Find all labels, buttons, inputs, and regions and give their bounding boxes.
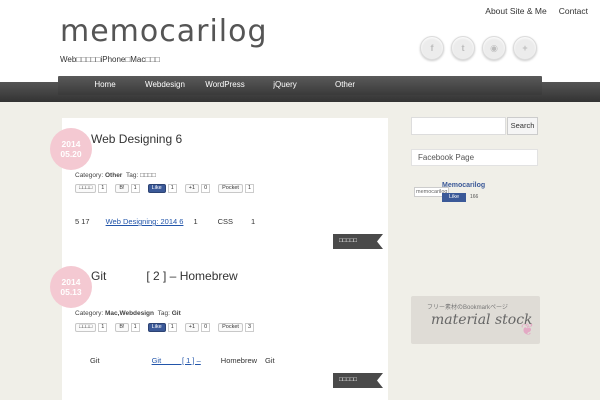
hatena-count: 1: [130, 323, 140, 332]
hatena-count: 1: [130, 184, 140, 193]
gplus-button[interactable]: +1: [184, 184, 200, 193]
post-meta: Category: Mac,Webdesign Tag: Git: [75, 310, 181, 317]
top-links: About Site & Me Contact: [485, 6, 588, 16]
gplus-button[interactable]: +1: [184, 323, 200, 332]
twitter-icon[interactable]: t: [451, 36, 475, 60]
banner-subtitle: フリー素材のBookmarkページ: [427, 305, 508, 311]
fb-like-count: 1: [167, 184, 177, 193]
read-more-button[interactable]: □□□□□: [333, 234, 383, 249]
post-date-badge: 2014 05.13: [50, 266, 92, 308]
site-logo[interactable]: memocarilog: [60, 14, 268, 49]
nav-items: Home Webdesign WordPress jQuery Other: [75, 80, 375, 89]
nav-item-webdesign[interactable]: Webdesign: [135, 80, 195, 89]
fb-page-like-count: 166: [470, 194, 479, 200]
gplus-count: 0: [201, 323, 211, 332]
nav-item-other[interactable]: Other: [315, 80, 375, 89]
post-date-badge: 2014 05.20: [50, 128, 92, 170]
pocket-button[interactable]: Pocket: [218, 323, 243, 332]
post-date-day: 05.20: [60, 149, 82, 159]
search-button[interactable]: Search: [507, 117, 538, 135]
post-excerpt-link[interactable]: Web Designing: 2014 6: [106, 217, 184, 226]
fb-page-name[interactable]: Memocarilog: [442, 182, 485, 189]
fb-like-button[interactable]: Like: [147, 184, 166, 193]
banner-title: material stock: [431, 312, 533, 328]
post-excerpt-link[interactable]: Git [ 1 ] –: [152, 356, 201, 365]
post-title[interactable]: Web Designing 6: [91, 132, 182, 146]
post-category[interactable]: Mac,Webdesign: [105, 310, 154, 317]
post-tag[interactable]: Git: [172, 310, 181, 317]
site-header: memocarilog Web□□□□□iPhone□Mac□□□ About …: [0, 0, 600, 82]
facebook-page-widget-title: Facebook Page: [411, 149, 538, 166]
post-excerpt: 5 17 Web Designing: 2014 6 1 CSS 1: [75, 217, 256, 226]
tweet-button[interactable]: □□□□: [75, 184, 97, 193]
hatena-button[interactable]: B!: [115, 184, 129, 193]
nav-item-wordpress[interactable]: WordPress: [195, 80, 255, 89]
pocket-button[interactable]: Pocket: [218, 184, 243, 193]
material-stock-banner[interactable]: フリー素材のBookmarkページ material stock ❦: [411, 296, 540, 344]
contact-link[interactable]: Contact: [559, 6, 588, 16]
fb-like-count: 1: [167, 323, 177, 332]
tweet-count: 1: [98, 184, 108, 193]
read-more-button[interactable]: □□□□□: [333, 373, 383, 388]
facebook-icon[interactable]: f: [420, 36, 444, 60]
butterfly-icon: ❦: [520, 322, 534, 339]
post-category[interactable]: Other: [105, 172, 122, 179]
post-date-day: 05.13: [60, 287, 82, 297]
post-excerpt: Git Git [ 1 ] – Homebrew Git: [90, 356, 275, 365]
hatena-button[interactable]: B!: [115, 323, 129, 332]
fb-page-like-button[interactable]: Like: [442, 193, 466, 202]
share-buttons: □□□□ 1 B! 1 Like 1 +1 0 Pocket 1: [75, 184, 255, 193]
tweet-count: 1: [98, 323, 108, 332]
rss-icon[interactable]: ◉: [482, 36, 506, 60]
tweet-button[interactable]: □□□□: [75, 323, 97, 332]
about-link[interactable]: About Site & Me: [485, 6, 546, 16]
plus-icon[interactable]: +: [513, 36, 537, 60]
pocket-count: 3: [244, 323, 255, 332]
share-buttons: □□□□ 1 B! 1 Like 1 +1 0 Pocket 3: [75, 323, 255, 332]
pocket-count: 1: [244, 184, 255, 193]
social-icons: f t ◉ +: [420, 36, 537, 60]
post-tag[interactable]: □□□□: [140, 172, 156, 179]
post-date-year: 2014: [61, 139, 81, 149]
post-title[interactable]: Git [ 2 ] – Homebrew: [91, 269, 238, 283]
gplus-count: 0: [201, 184, 211, 193]
nav-item-home[interactable]: Home: [75, 80, 135, 89]
nav-item-jquery[interactable]: jQuery: [255, 80, 315, 89]
post-meta: Category: Other Tag: □□□□: [75, 172, 156, 179]
search-input[interactable]: [411, 117, 506, 135]
post-date-year: 2014: [61, 277, 81, 287]
site-tagline: Web□□□□□iPhone□Mac□□□: [60, 55, 160, 64]
fb-like-button[interactable]: Like: [147, 323, 166, 332]
